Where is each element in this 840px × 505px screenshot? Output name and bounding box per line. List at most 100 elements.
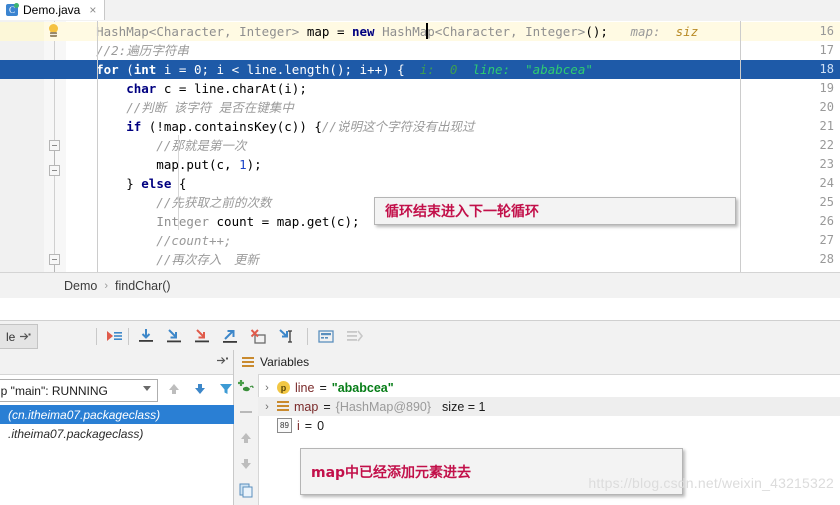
- hide-frames-icon[interactable]: [216, 355, 229, 369]
- step-into-button[interactable]: [164, 327, 184, 346]
- variable-row[interactable]: › map = {HashMap@890} size = 1: [258, 397, 840, 416]
- inline-debug-value-i: i: 0: [419, 62, 458, 77]
- object-icon-icon: [277, 401, 289, 412]
- code-token-plain: ();: [585, 24, 608, 39]
- code-line[interactable]: map.put(c, 1);: [66, 155, 262, 174]
- expand-chevron-icon[interactable]: ›: [262, 382, 272, 394]
- code-token-plain: (!map.containsKey(c)) {: [141, 119, 322, 134]
- code-token-plain: count = map.get(c);: [209, 214, 360, 229]
- code-line[interactable]: //2:遍历字符串: [66, 41, 189, 60]
- code-token-plain: map =: [299, 24, 352, 39]
- thread-selector[interactable]: up "main": RUNNING: [0, 379, 158, 402]
- code-line[interactable]: //再次存入 更新: [66, 250, 259, 269]
- fold-marker-open[interactable]: [49, 140, 60, 151]
- code-token-gen: Integer: [156, 214, 209, 229]
- run-to-cursor-button[interactable]: [276, 327, 296, 346]
- code-token-num: 0: [193, 62, 202, 77]
- intention-bulb-icon[interactable]: [46, 24, 61, 39]
- chevron-down-icon[interactable]: [143, 386, 151, 391]
- force-step-into-button[interactable]: [192, 327, 212, 346]
- frames-panel-header: [0, 350, 233, 375]
- remove-watch-icon[interactable]: [238, 404, 254, 420]
- toolbar-separator-2: [128, 328, 129, 345]
- expand-chevron-icon[interactable]: ›: [262, 401, 272, 413]
- indent-guide: [178, 135, 179, 230]
- spacer-strip: [0, 298, 840, 320]
- code-line[interactable]: Integer count = map.get(c);: [66, 212, 360, 231]
- show-execution-point-button[interactable]: [344, 327, 364, 346]
- code-token-plain: i =: [156, 62, 194, 77]
- code-token-kw: char: [126, 81, 157, 96]
- fold-marker-open-2[interactable]: [49, 254, 60, 265]
- breadcrumb-item-class[interactable]: Demo: [64, 279, 97, 293]
- editor-gutter[interactable]: [0, 21, 44, 272]
- code-token-plain: c = line.charAt(i);: [156, 81, 307, 96]
- code-token-plain: );: [246, 157, 262, 172]
- editor-tab-bar: C Demo.java ×: [0, 0, 840, 22]
- bulb-base: [50, 32, 57, 37]
- debug-tab-label: le: [6, 329, 16, 344]
- copy-value-icon[interactable]: [238, 482, 254, 498]
- inlay-spacer: [608, 24, 631, 39]
- code-token-plain: }: [66, 176, 142, 191]
- frames-panel: up "main": RUNNING (cn.itheima07.package…: [0, 350, 241, 505]
- step-over-button[interactable]: [136, 327, 156, 346]
- debug-tool-window-tab[interactable]: le: [0, 324, 39, 349]
- frames-down-button[interactable]: [192, 381, 208, 397]
- variable-name: i: [297, 418, 300, 433]
- hide-panel-icon[interactable]: [19, 331, 31, 342]
- code-token-comment: //判断 该字符 是否在键集中: [66, 100, 294, 115]
- breadcrumb[interactable]: Demo › findChar(): [0, 272, 840, 300]
- step-out-button[interactable]: [220, 327, 240, 346]
- frames-up-button[interactable]: [166, 381, 182, 397]
- debug-toolbar: le: [0, 320, 840, 351]
- move-up-icon[interactable]: [238, 430, 254, 446]
- close-icon[interactable]: ×: [89, 3, 96, 17]
- add-watch-icon[interactable]: [238, 379, 254, 395]
- breadcrumb-item-method[interactable]: findChar(): [115, 279, 171, 293]
- variable-row[interactable]: 89 i = 0: [258, 416, 840, 435]
- hint-spacer: [405, 62, 420, 77]
- editor-separator-2: [740, 21, 741, 272]
- variables-panel-header: Variables: [234, 350, 840, 375]
- variable-extra: size = 1: [442, 399, 486, 414]
- frame-list-item[interactable]: .itheima07.packageclass): [0, 424, 241, 443]
- thread-selector-value: up "main": RUNNING: [0, 383, 108, 398]
- resume-program-button[interactable]: [104, 327, 124, 346]
- editor-tab-label: Demo.java: [23, 3, 81, 17]
- code-token-comment: //再次存入 更新: [66, 252, 259, 267]
- code-line[interactable]: //那就是第一次: [66, 136, 246, 155]
- variable-name: line: [295, 380, 315, 395]
- code-token-comment: //说明这个字符没有出现过: [321, 119, 475, 134]
- code-line[interactable]: } else {: [66, 174, 186, 193]
- code-lines[interactable]: HashMap<Character, Integer> map = new Ha…: [66, 21, 840, 272]
- code-line[interactable]: HashMap<Character, Integer> map = new Ha…: [66, 22, 698, 41]
- variable-row[interactable]: › p line = "ababcea": [258, 378, 840, 397]
- code-line[interactable]: //判断 该字符 是否在键集中: [66, 98, 294, 117]
- fold-marker-close[interactable]: [49, 165, 60, 176]
- code-token-kw: int: [133, 62, 157, 77]
- code-line[interactable]: //count++;: [66, 231, 231, 250]
- text-caret: [426, 23, 428, 39]
- code-token-comment: //2:遍历字符串: [66, 43, 189, 58]
- code-token-gen: HashMap<Character, Integer>: [382, 24, 586, 39]
- parameter-icon-icon: p: [277, 381, 290, 394]
- editor-tab-demo-java[interactable]: C Demo.java ×: [0, 0, 106, 20]
- code-token-plain: map.put(c,: [66, 157, 240, 172]
- code-line[interactable]: char c = line.charAt(i);: [66, 79, 307, 98]
- frames-filter-icon[interactable]: [218, 381, 234, 397]
- code-editor[interactable]: 16 17 18 19 20 21 22 23 24 25 26 27 28 HashMap<Chara…: [0, 21, 840, 272]
- drop-frame-button[interactable]: [248, 327, 268, 346]
- code-line[interactable]: if (!map.containsKey(c)) {//说明这个字符没有出现过: [66, 117, 474, 136]
- gutter-highlight: [0, 22, 44, 41]
- code-token-plain: (: [118, 62, 134, 77]
- frame-list-item[interactable]: (cn.itheima07.packageclass): [0, 405, 241, 424]
- move-down-icon[interactable]: [238, 456, 254, 472]
- evaluate-expression-button[interactable]: [316, 327, 336, 346]
- variables-icon: [242, 356, 254, 368]
- code-line[interactable]: for (int i = 0; i < line.length(); i++) …: [66, 60, 593, 79]
- variable-value: 0: [317, 418, 325, 433]
